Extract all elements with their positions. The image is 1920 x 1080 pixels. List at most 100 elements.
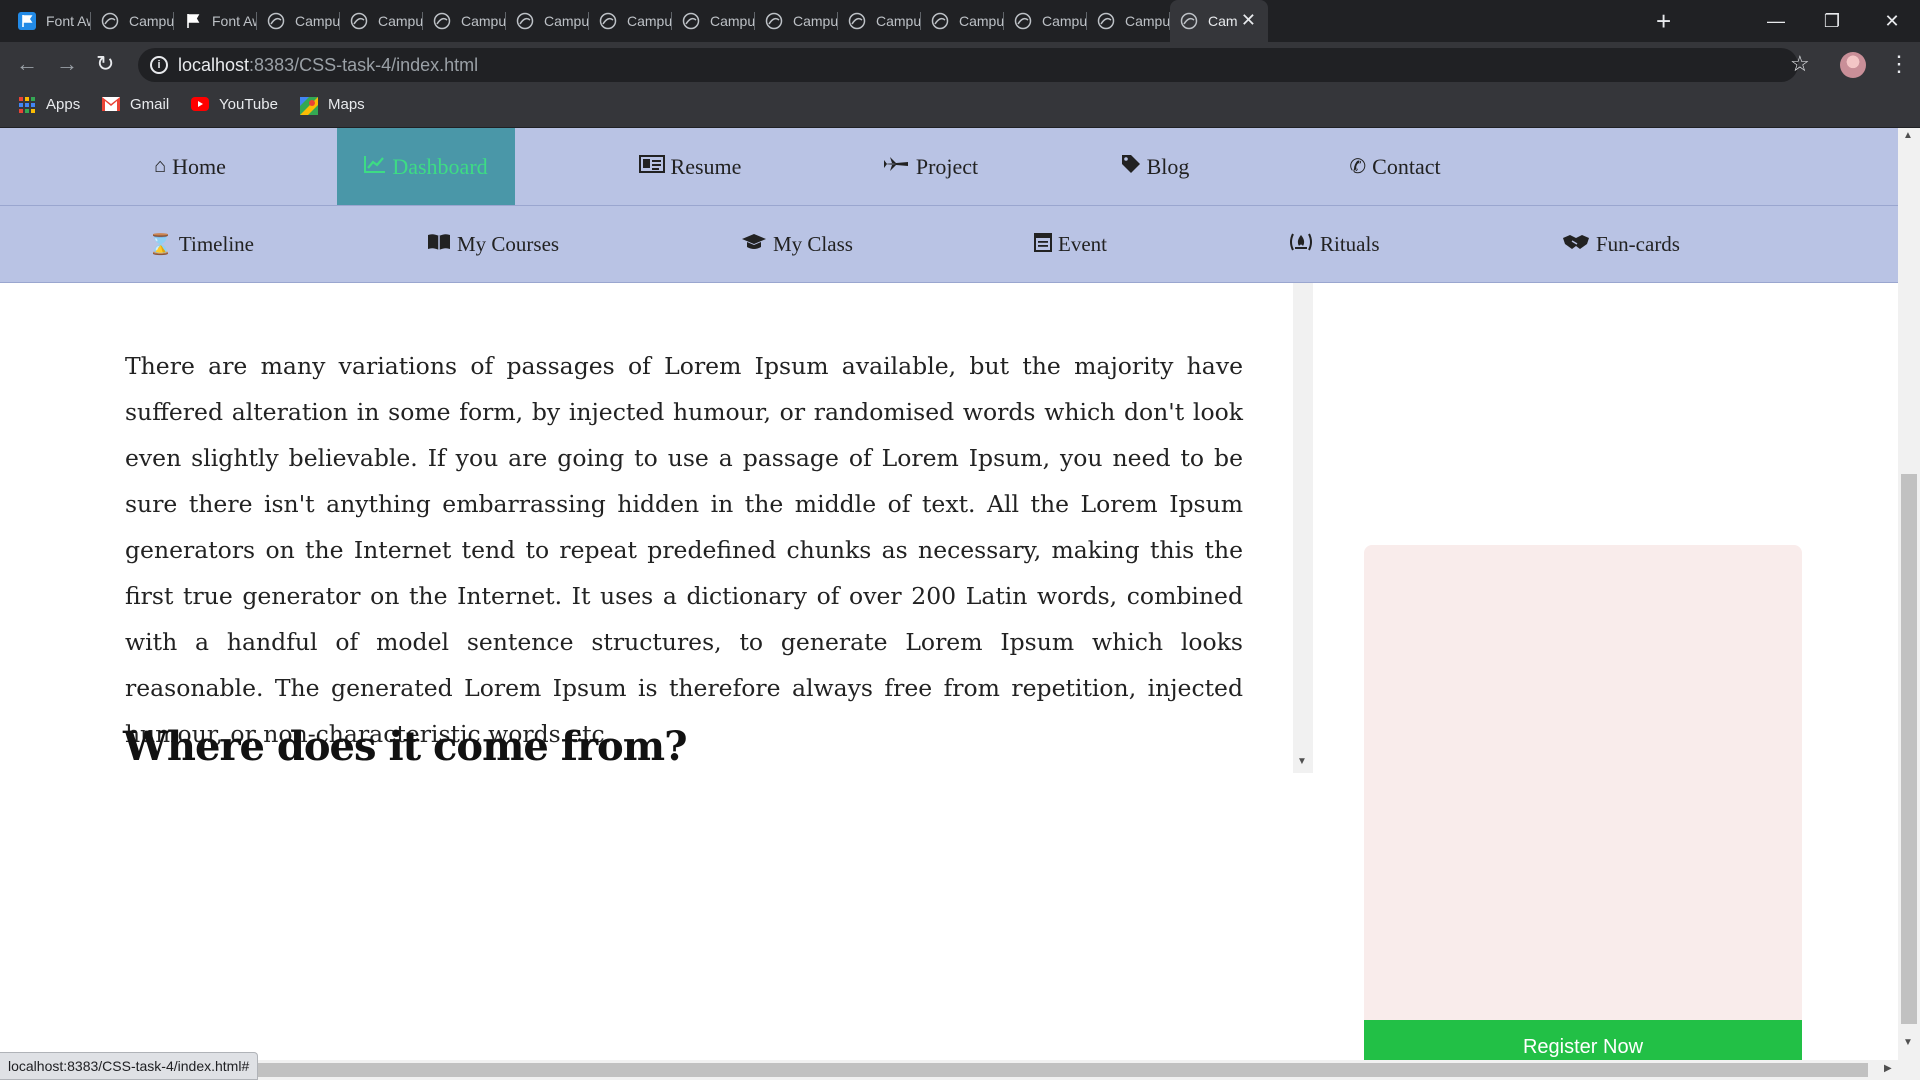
globe-icon: [931, 12, 949, 30]
site-info-icon[interactable]: i: [150, 56, 168, 74]
tab-title: Campus: [959, 13, 1004, 29]
close-window-icon[interactable]: ✕: [1864, 0, 1920, 42]
browser-tab[interactable]: Font Aw: [174, 0, 257, 42]
tag-icon: [1121, 154, 1141, 180]
browser-menu-icon[interactable]: ⋮: [1888, 50, 1910, 78]
nav-dashboard[interactable]: Dashboard: [337, 128, 515, 205]
article-paragraph: There are many variations of passages of…: [125, 352, 1243, 748]
scroll-right-arrow-icon[interactable]: ▶: [1884, 1063, 1892, 1074]
bookmark-gmail[interactable]: Gmail: [102, 96, 169, 113]
reload-icon[interactable]: ↻: [96, 50, 114, 78]
nav-rituals[interactable]: Rituals: [1288, 206, 1380, 283]
browser-tab[interactable]: Campus: [91, 0, 174, 42]
maps-icon: [300, 96, 318, 115]
nav-contact[interactable]: ✆ Contact: [1315, 128, 1475, 205]
globe-icon: [765, 12, 783, 30]
scrollbar-thumb[interactable]: [1901, 474, 1917, 1024]
tab-title: Campus: [461, 13, 506, 29]
article-scrollbar[interactable]: [1293, 283, 1313, 773]
nav-resume[interactable]: Resume: [620, 128, 760, 205]
bookmark-label: Maps: [328, 96, 365, 113]
globe-icon: [433, 12, 451, 30]
browser-tab[interactable]: Campus: [755, 0, 838, 42]
page-content: There are many variations of passages of…: [0, 283, 1898, 1060]
nav-my-class[interactable]: My Class: [741, 206, 853, 283]
tab-title: Campus: [544, 13, 589, 29]
back-arrow-icon[interactable]: ←: [16, 50, 38, 78]
browser-tab[interactable]: Campus: [1087, 0, 1170, 42]
url-text[interactable]: localhost:8383/CSS-task-4/index.html: [178, 54, 478, 76]
browser-tab[interactable]: Campus: [838, 0, 921, 42]
primary-navbar: ⌂ Home Dashboard Resume Project Blog ✆ C…: [0, 128, 1898, 206]
bookmark-star-icon[interactable]: ☆: [1790, 51, 1810, 77]
nav-project[interactable]: Project: [860, 128, 1000, 205]
restore-icon[interactable]: ❐: [1804, 0, 1860, 42]
youtube-icon: [191, 96, 209, 113]
browser-tab[interactable]: Font Aw: [8, 0, 91, 42]
tab-title: Font Aw: [46, 13, 91, 29]
gmail-icon: [102, 96, 120, 113]
bookmarks-bar: [0, 88, 1920, 128]
tab-title: Campus: [876, 13, 921, 29]
scroll-down-arrow-icon[interactable]: ▼: [1903, 1037, 1913, 1048]
tab-title: Campus: [627, 13, 672, 29]
phone-volume-icon: ✆: [1349, 156, 1367, 178]
bookmark-apps[interactable]: Apps: [18, 96, 80, 113]
nav-label: My Courses: [457, 232, 560, 256]
close-tab-icon[interactable]: ✕: [1241, 11, 1256, 29]
campfire-icon: [1288, 232, 1314, 258]
nav-label: Dashboard: [392, 153, 488, 179]
profile-avatar[interactable]: [1840, 52, 1866, 78]
globe-icon: [101, 12, 119, 30]
scroll-down-arrow-icon[interactable]: ▼: [1297, 756, 1307, 767]
nav-my-courses[interactable]: My Courses: [427, 206, 559, 283]
nav-blog[interactable]: Blog: [1085, 128, 1225, 205]
browser-tab[interactable]: Campus: [672, 0, 755, 42]
flag-icon: [18, 12, 36, 30]
page-vertical-scrollbar[interactable]: ▲ ▼: [1898, 128, 1920, 1060]
register-now-button[interactable]: Register Now: [1364, 1020, 1802, 1060]
globe-icon: [682, 12, 700, 30]
scroll-up-arrow-icon[interactable]: ▲: [1903, 130, 1913, 141]
secondary-navbar: ⌛ Timeline My Courses My Class Event Rit…: [0, 206, 1898, 283]
tab-title: Cam: [1208, 13, 1238, 29]
browser-tab[interactable]: Campus: [1004, 0, 1087, 42]
globe-icon: [516, 12, 534, 30]
tab-title: Campus: [295, 13, 340, 29]
new-tab-button[interactable]: +: [1656, 7, 1671, 35]
browser-tab[interactable]: Campus: [257, 0, 340, 42]
article-scroll-area[interactable]: There are many variations of passages of…: [0, 283, 1313, 773]
tab-strip: Font AwCampusFont AwCampusCampusCampusCa…: [0, 0, 1920, 42]
nav-label: Resume: [670, 153, 742, 179]
bookmark-maps[interactable]: Maps: [300, 96, 365, 115]
globe-icon: [1097, 12, 1115, 30]
browser-tab[interactable]: Campus: [589, 0, 672, 42]
url-path: :8383/CSS-task-4/index.html: [249, 55, 479, 75]
forward-arrow-icon[interactable]: →: [56, 50, 78, 78]
plane-icon: [882, 155, 910, 179]
nav-home[interactable]: ⌂ Home: [120, 128, 260, 205]
nav-timeline[interactable]: ⌛ Timeline: [148, 206, 254, 283]
nav-fun-cards[interactable]: Fun-cards: [1562, 206, 1680, 283]
scrollbar-thumb[interactable]: [0, 1063, 1868, 1077]
nav-label: Project: [915, 153, 979, 179]
browser-tab[interactable]: Cam ✕: [1170, 0, 1268, 42]
url-host: localhost: [178, 55, 250, 75]
tab-title: Campus: [378, 13, 423, 29]
minimize-icon[interactable]: —: [1748, 0, 1804, 42]
tab-title: Campus: [129, 13, 174, 29]
page-horizontal-scrollbar[interactable]: ▶: [0, 1060, 1920, 1080]
tab-title: Campus: [710, 13, 755, 29]
nav-label: My Class: [773, 232, 853, 256]
bookmark-label: Gmail: [130, 96, 170, 113]
bookmark-youtube[interactable]: YouTube: [191, 96, 278, 113]
handshake-icon: [1562, 232, 1590, 258]
section-heading: Where does it come from?: [123, 723, 687, 770]
apps-grid-icon: [18, 96, 36, 113]
tab-title: Campus: [1042, 13, 1087, 29]
browser-tab[interactable]: Campus: [423, 0, 506, 42]
browser-tab[interactable]: Campus: [921, 0, 1004, 42]
nav-event[interactable]: Event: [1034, 206, 1107, 283]
browser-tab[interactable]: Campus: [506, 0, 589, 42]
browser-tab[interactable]: Campus: [340, 0, 423, 42]
